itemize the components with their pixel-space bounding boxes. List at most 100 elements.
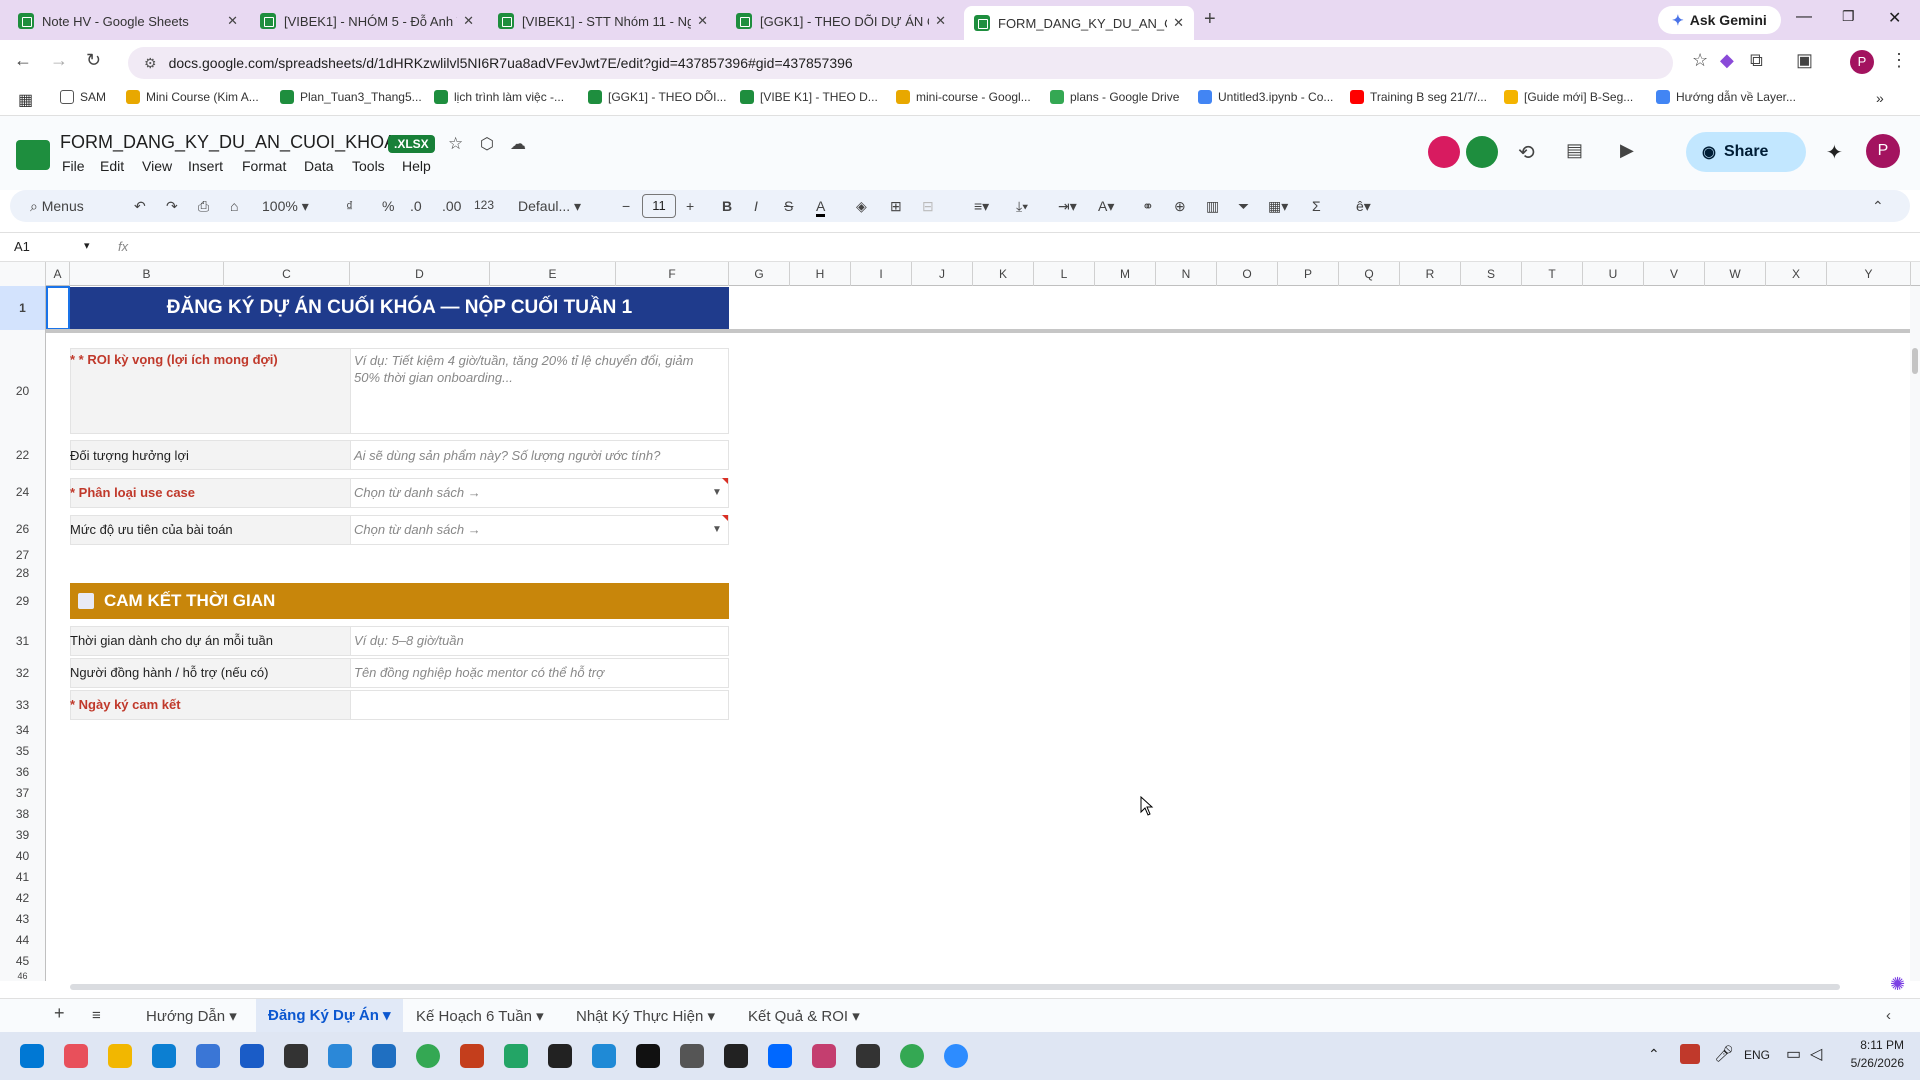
forward-icon[interactable]: → xyxy=(50,50,68,71)
row-header[interactable]: 40 xyxy=(0,846,46,867)
zalo-icon[interactable] xyxy=(768,1044,792,1068)
file-explorer-icon[interactable] xyxy=(108,1044,132,1068)
bookmark-item[interactable]: Untitled3.ipynb - Co... xyxy=(1198,90,1333,104)
filter-views-icon[interactable]: ▦▾ xyxy=(1268,198,1288,215)
text-wrap-icon[interactable]: ⇥▾ xyxy=(1058,198,1077,215)
row-header[interactable]: 33 xyxy=(0,690,46,720)
sheets-logo-icon[interactable] xyxy=(16,140,50,170)
select-all-corner[interactable] xyxy=(0,262,46,286)
row-header[interactable]: 22 xyxy=(0,440,46,470)
move-icon[interactable]: ⬡ xyxy=(480,134,494,154)
pycharm-icon[interactable] xyxy=(636,1044,660,1068)
undo-icon[interactable]: ↶ xyxy=(134,198,146,215)
menu-help[interactable]: Help xyxy=(402,158,431,174)
clock-date[interactable]: 5/26/2026 xyxy=(1838,1056,1904,1070)
print-icon[interactable]: ⎙ xyxy=(198,198,209,215)
name-box[interactable]: A1 xyxy=(14,239,30,254)
bookmark-item[interactable]: [VIBE K1] - THEO D... xyxy=(740,90,878,104)
close-icon[interactable]: ✕ xyxy=(1173,15,1184,31)
share-button[interactable]: ◉ Share xyxy=(1686,132,1806,172)
explore-icon[interactable]: ✺ xyxy=(1890,974,1905,995)
row-header[interactable]: 35 xyxy=(0,741,46,762)
bookmark-item[interactable]: [GGK1] - THEO DÕI... xyxy=(588,90,726,104)
app-icon[interactable] xyxy=(680,1044,704,1068)
time-input[interactable]: Ví dụ: 5–8 giờ/tuần xyxy=(350,633,729,648)
zoom-icon[interactable] xyxy=(944,1044,968,1068)
cloud-status-icon[interactable]: ☁ xyxy=(510,134,526,154)
column-header[interactable]: R xyxy=(1400,262,1461,286)
column-header[interactable]: S xyxy=(1461,262,1522,286)
zoom-select[interactable]: 100% ▾ xyxy=(262,198,309,215)
row-header[interactable]: 37 xyxy=(0,783,46,804)
beneficiary-input[interactable]: Ai sẽ dùng sản phẩm này? Số lượng người … xyxy=(350,448,729,463)
italic-icon[interactable]: I xyxy=(754,198,758,214)
menu-view[interactable]: View xyxy=(142,158,172,174)
roi-input[interactable]: Ví dụ: Tiết kiệm 4 giờ/tuần, tăng 20% tỉ… xyxy=(350,352,720,386)
menu-data[interactable]: Data xyxy=(304,158,334,174)
search-menus[interactable]: ⌕ Menus xyxy=(30,198,84,215)
collapse-toolbar-icon[interactable]: ⌃ xyxy=(1872,198,1884,215)
sheet-tab[interactable]: Hướng Dẫn ▾ xyxy=(146,1007,237,1025)
column-header[interactable]: U xyxy=(1583,262,1644,286)
selected-cell-a1[interactable] xyxy=(46,286,70,330)
row-header[interactable]: 26 xyxy=(0,515,46,543)
priority-dropdown[interactable]: Chọn từ danh sách → xyxy=(350,522,729,537)
column-header[interactable]: X xyxy=(1766,262,1827,286)
column-header[interactable]: G xyxy=(729,262,790,286)
add-sheet-icon[interactable]: + xyxy=(54,1003,65,1024)
input-tools-icon[interactable]: ê▾ xyxy=(1356,198,1371,215)
vscode-insiders-icon[interactable] xyxy=(504,1044,528,1068)
row-header[interactable]: 42 xyxy=(0,888,46,909)
frozen-divider[interactable] xyxy=(46,329,1910,333)
column-header[interactable]: C xyxy=(224,262,350,286)
row-header[interactable]: 46 xyxy=(0,972,46,981)
edge-icon[interactable] xyxy=(152,1044,176,1068)
bookmark-item[interactable]: plans - Google Drive xyxy=(1050,90,1179,104)
side-panel-icon[interactable]: ▣ xyxy=(1796,50,1813,71)
vertical-scrollbar[interactable] xyxy=(1910,286,1920,981)
menu-format[interactable]: Format xyxy=(242,158,286,174)
comments-icon[interactable]: ▤ xyxy=(1566,140,1583,161)
row-header[interactable]: 44 xyxy=(0,930,46,951)
bookmark-star-icon[interactable]: ☆ xyxy=(1692,50,1708,71)
more-bookmarks-icon[interactable]: » xyxy=(1876,90,1884,106)
name-box-dropdown-icon[interactable]: ▾ xyxy=(84,239,90,252)
paint-format-icon[interactable]: ⌂ xyxy=(230,198,238,214)
all-sheets-icon[interactable]: ≡ xyxy=(92,1007,101,1024)
row-header[interactable]: 43 xyxy=(0,909,46,930)
increase-decimal-icon[interactable]: .00 xyxy=(442,198,461,214)
row-header[interactable]: 20 xyxy=(0,348,46,434)
column-header[interactable]: E xyxy=(490,262,616,286)
menu-file[interactable]: File xyxy=(62,158,85,174)
column-header[interactable]: H xyxy=(790,262,851,286)
merge-cells-icon[interactable]: ⊟ xyxy=(922,198,934,215)
column-header[interactable]: A xyxy=(46,262,70,286)
column-header[interactable]: V xyxy=(1644,262,1705,286)
back-icon[interactable]: ← xyxy=(14,50,32,71)
search-app-icon[interactable] xyxy=(460,1044,484,1068)
browser-tab[interactable]: Note HV - Google Sheets ✕ xyxy=(8,6,248,36)
filter-icon[interactable]: ⏷ xyxy=(1238,198,1249,215)
insert-chart-icon[interactable]: ▥ xyxy=(1206,198,1219,215)
profile-avatar[interactable]: P xyxy=(1850,50,1874,74)
menu-insert[interactable]: Insert xyxy=(188,158,223,174)
currency-icon[interactable]: ₫ xyxy=(346,198,353,214)
new-tab-icon[interactable]: + xyxy=(1204,8,1216,31)
column-header[interactable]: K xyxy=(973,262,1034,286)
column-header[interactable]: D xyxy=(350,262,490,286)
row-header[interactable]: 24 xyxy=(0,478,46,506)
horizontal-scrollbar[interactable] xyxy=(70,984,1840,990)
row-header[interactable]: 32 xyxy=(0,658,46,688)
collaborator-avatar[interactable] xyxy=(1428,136,1460,168)
column-header[interactable]: L xyxy=(1034,262,1095,286)
scrollbar-thumb[interactable] xyxy=(1912,348,1918,374)
cmd-icon[interactable] xyxy=(856,1044,880,1068)
browser-tab[interactable]: [VIBEK1] - STT Nhóm 11 - Nguy ✕ xyxy=(488,6,718,36)
redo-icon[interactable]: ↷ xyxy=(166,198,178,215)
volume-icon[interactable]: ◁ xyxy=(1810,1044,1822,1064)
bookmark-item[interactable]: Plan_Tuan3_Thang5... xyxy=(280,90,422,104)
align-icon[interactable]: ≡▾ xyxy=(974,198,989,215)
font-size-increase-icon[interactable]: + xyxy=(686,198,694,214)
collaborator-avatar[interactable] xyxy=(1466,136,1498,168)
app-icon[interactable] xyxy=(592,1044,616,1068)
